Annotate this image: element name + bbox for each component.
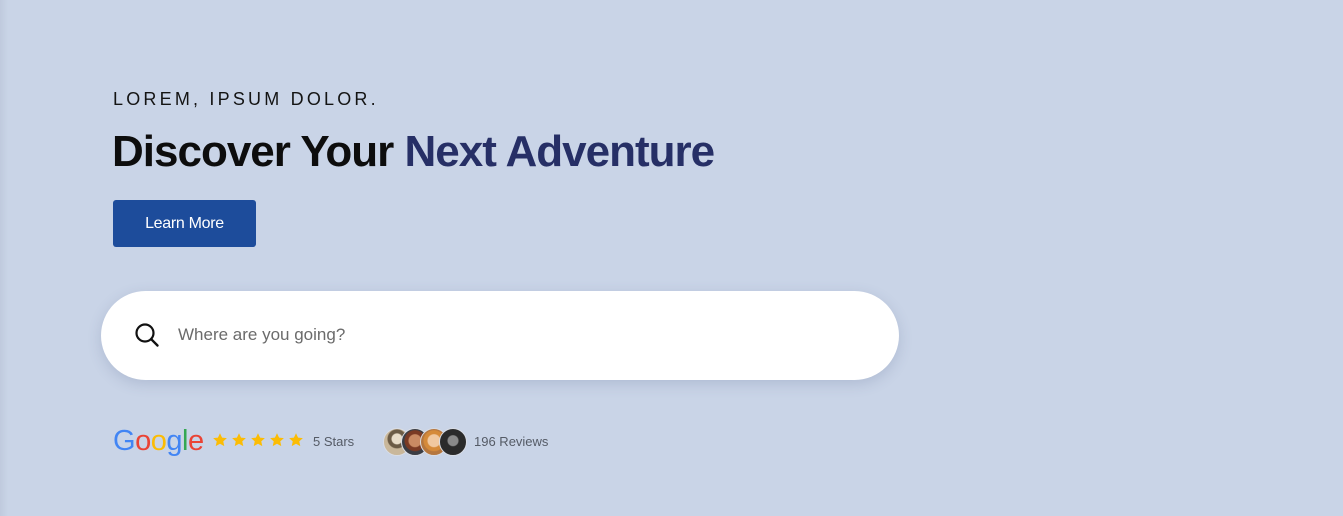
- google-letter: e: [187, 425, 204, 457]
- search-input[interactable]: [178, 318, 858, 352]
- star-icon: [288, 432, 304, 448]
- reviewer-avatars: [383, 428, 473, 456]
- star-icon: [250, 432, 266, 448]
- search-bar[interactable]: [101, 291, 899, 380]
- page-title: Discover Your Next Adventure: [112, 124, 716, 180]
- stars-label: 5 Stars: [313, 434, 355, 449]
- eyebrow-text: LOREM, IPSUM DOLOR.: [113, 89, 379, 109]
- google-letter: g: [166, 425, 182, 457]
- google-letter: o: [150, 425, 167, 457]
- headline-main: Discover Your: [112, 127, 394, 176]
- avatar: [439, 428, 467, 456]
- google-letter: o: [135, 425, 151, 457]
- headline-accent: Next Adventure: [404, 127, 716, 176]
- star-icon: [212, 432, 228, 448]
- google-logo: Google: [113, 424, 204, 458]
- learn-more-button[interactable]: Learn More: [113, 200, 256, 247]
- reviews-label: 196 Reviews: [474, 434, 549, 449]
- search-icon[interactable]: [134, 322, 160, 348]
- star-icon: [231, 432, 247, 448]
- google-letter: G: [113, 425, 136, 457]
- star-rating: [212, 432, 304, 448]
- hero-section: LOREM, IPSUM DOLOR. Discover Your Next A…: [0, 0, 1343, 516]
- star-icon: [269, 432, 285, 448]
- rating-row: Google 5 Stars 196 Reviews: [113, 424, 573, 460]
